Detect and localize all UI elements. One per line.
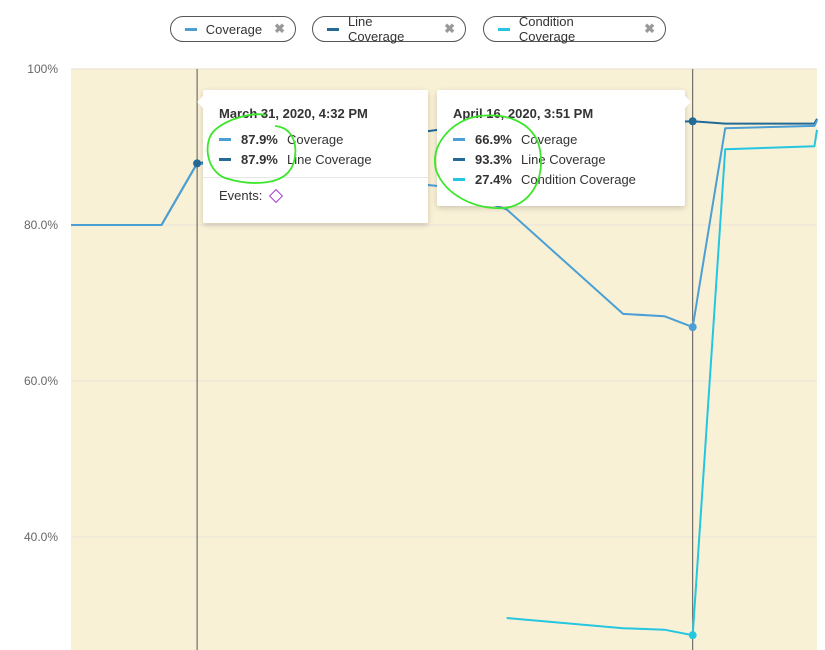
line-coverage-swatch	[327, 27, 339, 31]
legend-chip-condition-coverage[interactable]: Condition Coverage ✖	[483, 14, 666, 44]
tooltip-march-31: March 31, 2020, 4:32 PM 87.9% Coverage 8…	[197, 90, 428, 223]
line-coverage-swatch	[453, 157, 465, 161]
tooltip-events: Events:	[203, 177, 428, 213]
tooltip-april-16: April 16, 2020, 3:51 PM 66.9% Coverage 9…	[437, 90, 691, 206]
close-icon[interactable]: ✖	[444, 21, 455, 37]
tooltip-value: 93.3%	[475, 151, 512, 167]
tooltip-label: Condition Coverage	[521, 171, 636, 187]
y-tick-label: 100%	[27, 62, 58, 76]
tooltip-date: April 16, 2020, 3:51 PM	[453, 106, 594, 121]
legend-chip-coverage[interactable]: Coverage ✖	[170, 16, 296, 42]
tooltip-value: 66.9%	[475, 131, 512, 147]
y-tick-label: 80.0%	[24, 218, 58, 232]
coverage-swatch	[453, 137, 465, 141]
tooltip-value: 87.9%	[241, 151, 278, 167]
legend-label: Line Coverage	[347, 14, 405, 44]
condition-coverage-swatch	[453, 177, 465, 181]
tooltip-row: 66.9% Coverage	[453, 129, 669, 149]
tooltip-label: Line Coverage	[287, 151, 372, 167]
close-icon[interactable]: ✖	[274, 21, 285, 37]
diamond-icon[interactable]	[269, 188, 284, 203]
tooltip-arrow	[685, 96, 691, 108]
condition-coverage-swatch	[498, 27, 510, 31]
close-icon[interactable]: ✖	[644, 21, 655, 37]
tooltip-row: 93.3% Line Coverage	[453, 149, 669, 169]
coverage-swatch	[219, 137, 231, 141]
data-point	[688, 117, 697, 126]
tooltip-arrow	[197, 96, 203, 108]
y-tick-label: 40.0%	[24, 530, 58, 544]
tooltip-label: Coverage	[521, 131, 578, 147]
tooltip-label: Line Coverage	[521, 151, 606, 167]
data-point	[688, 631, 697, 640]
legend-chip-line-coverage[interactable]: Line Coverage ✖	[312, 14, 466, 44]
tooltip-row: 87.9% Coverage	[219, 129, 412, 149]
line-coverage-swatch	[219, 157, 231, 161]
tooltip-row: 27.4% Condition Coverage	[453, 169, 669, 189]
tooltip-label: Coverage	[287, 131, 344, 147]
data-point	[688, 323, 697, 332]
events-label: Events:	[219, 188, 263, 203]
legend-label: Condition Coverage	[518, 14, 576, 44]
tooltip-date: March 31, 2020, 4:32 PM	[219, 106, 368, 121]
y-tick-label: 60.0%	[24, 374, 58, 388]
legend-label: Coverage	[205, 21, 263, 37]
coverage-swatch	[185, 27, 197, 31]
tooltip-value: 27.4%	[475, 171, 512, 187]
data-point	[193, 159, 202, 168]
tooltip-value: 87.9%	[241, 131, 278, 147]
tooltip-row: 87.9% Line Coverage	[219, 149, 412, 169]
